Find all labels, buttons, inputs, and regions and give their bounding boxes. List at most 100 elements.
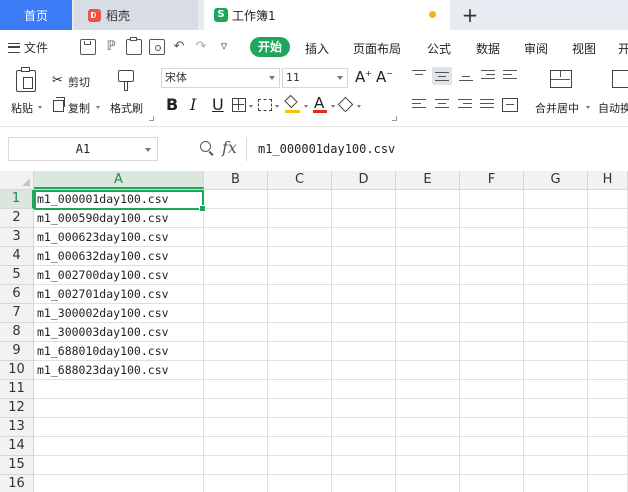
cell-g[interactable] bbox=[524, 361, 588, 380]
font-size-select[interactable]: 11 bbox=[282, 68, 348, 88]
cell-c[interactable] bbox=[268, 323, 332, 342]
cell-f[interactable] bbox=[460, 285, 524, 304]
cell-c[interactable] bbox=[268, 456, 332, 475]
cell-c[interactable] bbox=[268, 342, 332, 361]
cell-h[interactable] bbox=[588, 285, 628, 304]
borders-dropdown-icon[interactable] bbox=[249, 105, 253, 108]
cell-c[interactable] bbox=[268, 437, 332, 456]
cell-g[interactable] bbox=[524, 247, 588, 266]
clear-format-icon[interactable] bbox=[337, 96, 354, 113]
underline-button[interactable]: U bbox=[212, 95, 224, 114]
redo-icon[interactable]: ↷ bbox=[193, 39, 209, 55]
cell-g[interactable] bbox=[524, 456, 588, 475]
borders-icon[interactable] bbox=[232, 98, 246, 112]
cell-d[interactable] bbox=[332, 475, 396, 492]
cell-d[interactable] bbox=[332, 209, 396, 228]
cell-style-dropdown-icon[interactable] bbox=[275, 105, 279, 108]
undo-icon[interactable]: ↶ bbox=[171, 39, 187, 55]
cell-h[interactable] bbox=[588, 323, 628, 342]
cell-h[interactable] bbox=[588, 247, 628, 266]
cell-a[interactable]: m1_688023day100.csv bbox=[34, 361, 204, 380]
cell-c[interactable] bbox=[268, 247, 332, 266]
cell-f[interactable] bbox=[460, 475, 524, 492]
zoom-icon[interactable] bbox=[200, 141, 211, 152]
cell-a[interactable]: m1_300003day100.csv bbox=[34, 323, 204, 342]
cell-b[interactable] bbox=[204, 456, 268, 475]
cell-a[interactable]: m1_000590day100.csv bbox=[34, 209, 204, 228]
cell-a[interactable] bbox=[34, 399, 204, 418]
cell-f[interactable] bbox=[460, 418, 524, 437]
menu-formula[interactable]: 公式 bbox=[427, 40, 451, 57]
cell-a[interactable]: m1_002700day100.csv bbox=[34, 266, 204, 285]
cell-g[interactable] bbox=[524, 418, 588, 437]
font-color-icon[interactable]: A bbox=[313, 94, 327, 113]
align-right-icon[interactable] bbox=[458, 99, 472, 111]
formula-input[interactable]: m1_000001day100.csv bbox=[258, 137, 395, 161]
cell-f[interactable] bbox=[460, 380, 524, 399]
cell-b[interactable] bbox=[204, 342, 268, 361]
cell-e[interactable] bbox=[396, 418, 460, 437]
cell-style-icon[interactable] bbox=[258, 99, 272, 111]
cell-a[interactable]: m1_000623day100.csv bbox=[34, 228, 204, 247]
column-header-e[interactable]: E bbox=[396, 171, 460, 189]
cell-b[interactable] bbox=[204, 323, 268, 342]
cell-h[interactable] bbox=[588, 209, 628, 228]
cell-h[interactable] bbox=[588, 437, 628, 456]
print-preview-icon[interactable] bbox=[149, 39, 165, 55]
cell-e[interactable] bbox=[396, 380, 460, 399]
row-header[interactable]: 5 bbox=[0, 266, 34, 285]
increase-indent-icon[interactable] bbox=[503, 70, 517, 82]
cell-d[interactable] bbox=[332, 247, 396, 266]
cell-f[interactable] bbox=[460, 190, 524, 209]
column-header-b[interactable]: B bbox=[204, 171, 268, 189]
new-tab-button[interactable]: + bbox=[458, 0, 482, 30]
cell-c[interactable] bbox=[268, 266, 332, 285]
align-top-icon[interactable] bbox=[412, 70, 426, 82]
cell-f[interactable] bbox=[460, 399, 524, 418]
name-box[interactable]: A1 bbox=[8, 137, 158, 161]
row-header[interactable]: 16 bbox=[0, 475, 34, 492]
cell-b[interactable] bbox=[204, 437, 268, 456]
row-header[interactable]: 14 bbox=[0, 437, 34, 456]
cell-c[interactable] bbox=[268, 304, 332, 323]
row-header[interactable]: 11 bbox=[0, 380, 34, 399]
row-header[interactable]: 6 bbox=[0, 285, 34, 304]
export-pdf-icon[interactable]: ℙ bbox=[103, 39, 119, 55]
menu-page-layout[interactable]: 页面布局 bbox=[353, 40, 401, 57]
cell-d[interactable] bbox=[332, 361, 396, 380]
quick-access-dropdown-icon[interactable]: ▿ bbox=[216, 39, 232, 55]
cell-h[interactable] bbox=[588, 342, 628, 361]
cell-a[interactable]: m1_000001day100.csv bbox=[34, 190, 204, 209]
cell-b[interactable] bbox=[204, 399, 268, 418]
cell-f[interactable] bbox=[460, 437, 524, 456]
cell-f[interactable] bbox=[460, 209, 524, 228]
cell-a[interactable]: m1_000632day100.csv bbox=[34, 247, 204, 266]
cell-e[interactable] bbox=[396, 323, 460, 342]
cell-g[interactable] bbox=[524, 285, 588, 304]
cell-d[interactable] bbox=[332, 323, 396, 342]
cell-h[interactable] bbox=[588, 190, 628, 209]
cell-d[interactable] bbox=[332, 266, 396, 285]
cell-g[interactable] bbox=[524, 399, 588, 418]
menu-review[interactable]: 审阅 bbox=[524, 40, 548, 57]
cell-d[interactable] bbox=[332, 456, 396, 475]
cell-f[interactable] bbox=[460, 323, 524, 342]
cell-b[interactable] bbox=[204, 266, 268, 285]
cell-b[interactable] bbox=[204, 380, 268, 399]
format-painter-button[interactable]: 格式刷 bbox=[110, 100, 143, 116]
cell-d[interactable] bbox=[332, 190, 396, 209]
cell-h[interactable] bbox=[588, 380, 628, 399]
fill-color-dropdown-icon[interactable] bbox=[304, 105, 308, 108]
italic-button[interactable]: I bbox=[190, 95, 196, 114]
cell-f[interactable] bbox=[460, 228, 524, 247]
decrease-font-size-icon[interactable]: A− bbox=[376, 68, 393, 86]
cell-f[interactable] bbox=[460, 247, 524, 266]
cell-f[interactable] bbox=[460, 456, 524, 475]
cell-h[interactable] bbox=[588, 361, 628, 380]
cell-e[interactable] bbox=[396, 228, 460, 247]
cell-b[interactable] bbox=[204, 418, 268, 437]
column-header-h[interactable]: H bbox=[588, 171, 628, 189]
cell-e[interactable] bbox=[396, 285, 460, 304]
cell-f[interactable] bbox=[460, 342, 524, 361]
clear-format-dropdown-icon[interactable] bbox=[357, 105, 361, 108]
